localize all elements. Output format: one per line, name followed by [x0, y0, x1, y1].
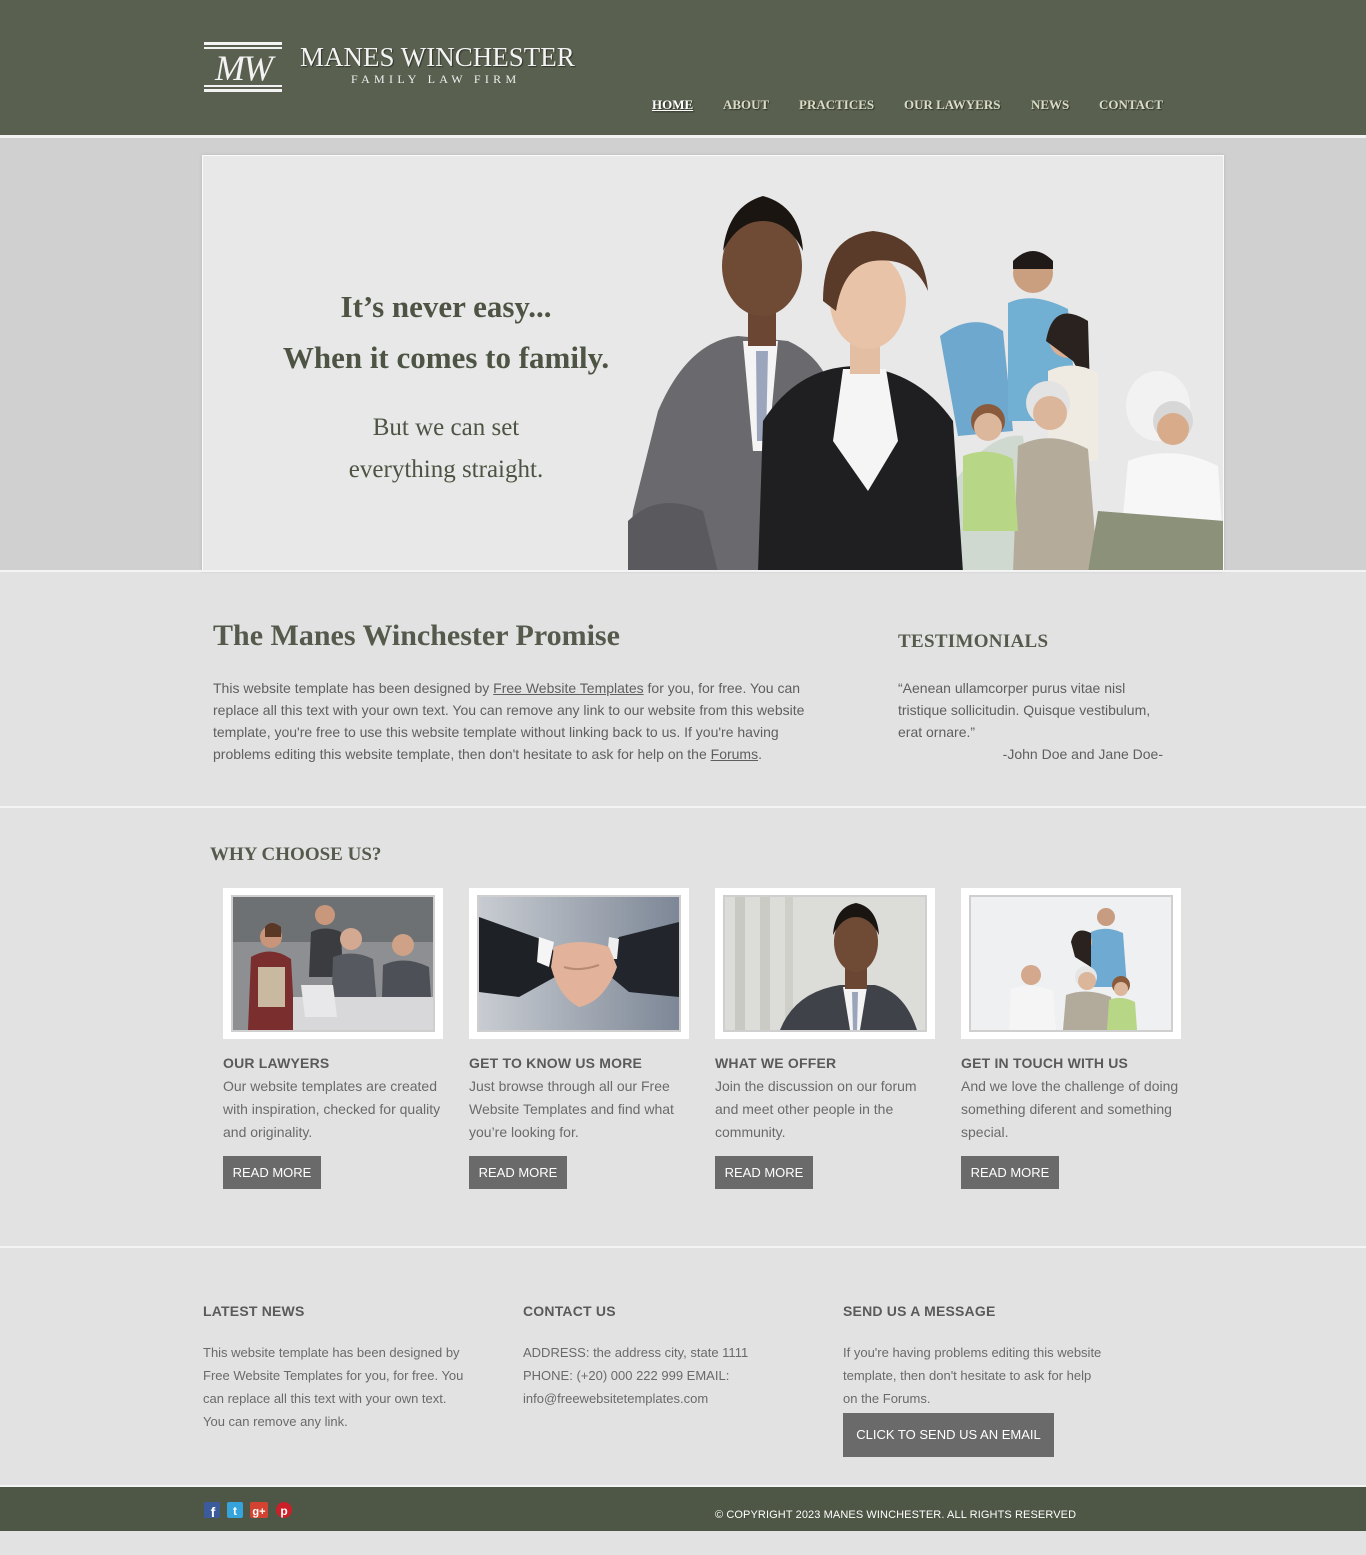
card-title: OUR LAWYERS: [223, 1055, 330, 1071]
family-photo: [971, 897, 1171, 1030]
nav-practices[interactable]: PRACTICES: [799, 97, 874, 113]
section-divider: [0, 1246, 1366, 1248]
testimonial-author: -John Doe and Jane Doe-: [1002, 746, 1163, 762]
card-title: GET IN TOUCH WITH US: [961, 1055, 1129, 1071]
contact-us-title: CONTACT US: [523, 1303, 616, 1319]
logo-link[interactable]: MW MANES WINCHESTER FAMILY LAW FIRM: [203, 40, 575, 95]
testimonial-quote: “Aenean ullamcorper purus vitae nisl tri…: [898, 680, 1151, 740]
why-choose-us-title: WHY CHOOSE US?: [210, 844, 382, 865]
meeting-photo: [233, 897, 433, 1030]
lawyer-portrait-photo: [725, 897, 925, 1030]
card-image-frame[interactable]: [469, 888, 689, 1039]
card-text: Our website templates are created with i…: [223, 1078, 441, 1140]
copyright-text: © COPYRIGHT 2023 MANES WINCHESTER. ALL R…: [715, 1509, 1077, 1521]
svg-text:p: p: [280, 1504, 287, 1518]
svg-text:t: t: [233, 1504, 237, 1518]
hero-subline-2: everything straight.: [348, 456, 544, 483]
promise-text: This website template has been designed …: [213, 680, 805, 762]
hero-divider: [0, 570, 1366, 572]
latest-news-title: LATEST NEWS: [203, 1303, 305, 1319]
card-image-frame[interactable]: [715, 888, 935, 1039]
card-image-frame[interactable]: [961, 888, 1181, 1039]
main-nav: HOME ABOUT PRACTICES OUR LAWYERS NEWS CO…: [0, 97, 1366, 117]
hero-subline-1: But we can set: [372, 414, 520, 441]
free-website-templates-link[interactable]: Free Website Templates: [493, 680, 643, 696]
contact-details: ADDRESS: the address city, state 1111 PH…: [523, 1345, 749, 1406]
card-text: Just browse through all our Free Website…: [469, 1078, 674, 1140]
nav-our-lawyers[interactable]: OUR LAWYERS: [904, 97, 1000, 113]
hero-lawyers-family-image: [628, 196, 1223, 570]
send-message-title: SEND US A MESSAGE: [843, 1303, 996, 1319]
svg-text:g+: g+: [252, 1506, 265, 1518]
forums-link[interactable]: Forums: [711, 746, 758, 762]
pinterest-icon[interactable]: p: [275, 1500, 293, 1520]
send-email-button[interactable]: CLICK TO SEND US AN EMAIL: [843, 1413, 1054, 1457]
card-text: Join the discussion on our forum and mee…: [715, 1078, 917, 1140]
hero-banner: It’s never easy... When it comes to fami…: [202, 155, 1224, 571]
read-more-button[interactable]: READ MORE: [223, 1156, 321, 1189]
hero-headline-1: It’s never easy...: [340, 289, 552, 324]
brand-tagline: FAMILY LAW FIRM: [351, 72, 521, 86]
latest-news-text: This website template has been designed …: [203, 1345, 464, 1429]
logo-pillar-icon: MW: [204, 42, 282, 92]
send-message-text: If you're having problems editing this w…: [843, 1345, 1102, 1406]
facebook-icon[interactable]: f: [203, 1500, 221, 1520]
logo-monogram: MW: [214, 48, 276, 88]
read-more-button[interactable]: READ MORE: [469, 1156, 567, 1189]
google-plus-icon[interactable]: g+: [249, 1500, 271, 1520]
brand-name: MANES WINCHESTER: [300, 42, 575, 72]
read-more-button[interactable]: READ MORE: [715, 1156, 813, 1189]
hero-headline-2: When it comes to family.: [282, 340, 610, 375]
nav-about[interactable]: ABOUT: [723, 97, 769, 113]
nav-contact[interactable]: CONTACT: [1099, 97, 1163, 113]
handshake-photo: [479, 897, 679, 1030]
svg-text:f: f: [211, 1504, 216, 1520]
card-text: And we love the challenge of doing somet…: [961, 1078, 1179, 1140]
site-header: MW MANES WINCHESTER FAMILY LAW FIRM HOME…: [0, 0, 1366, 135]
nav-news[interactable]: NEWS: [1031, 97, 1069, 113]
nav-home[interactable]: HOME: [652, 97, 693, 113]
twitter-icon[interactable]: t: [226, 1500, 244, 1520]
section-divider: [0, 806, 1366, 808]
card-title: GET TO KNOW US MORE: [469, 1055, 643, 1071]
card-title: WHAT WE OFFER: [715, 1055, 837, 1071]
card-image-frame[interactable]: [223, 888, 443, 1039]
promise-title: The Manes Winchester Promise: [213, 619, 620, 652]
testimonials-title: TESTIMONIALS: [898, 631, 1049, 652]
read-more-button[interactable]: READ MORE: [961, 1156, 1059, 1189]
